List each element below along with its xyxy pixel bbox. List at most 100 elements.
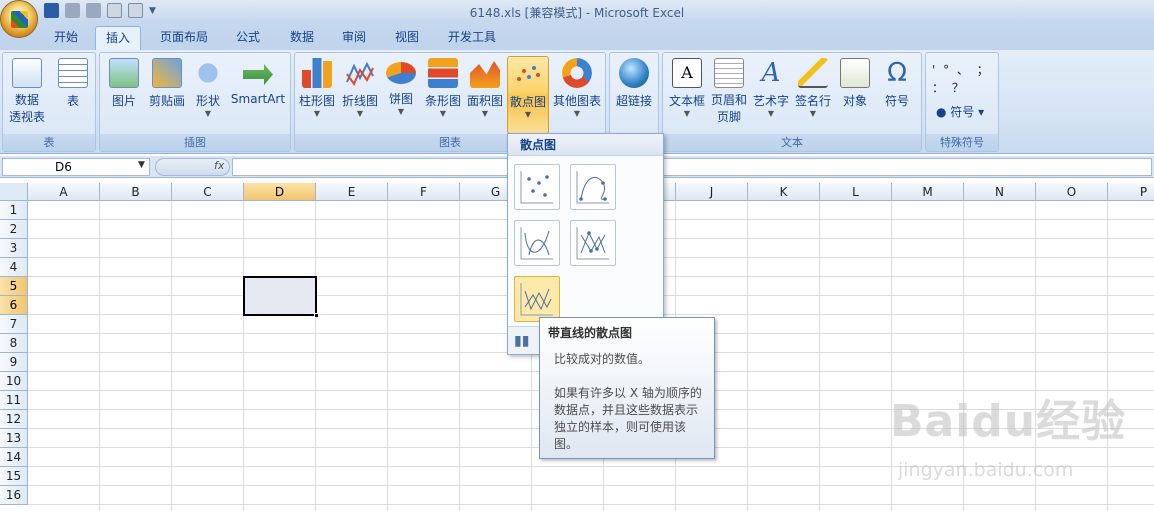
insert-function-icon[interactable]: fx bbox=[214, 159, 224, 172]
tooltip: 带直线的散点图 比较成对的数值。 如果有许多以 X 轴为顺序的数据点，并且这些数… bbox=[539, 317, 715, 459]
watermark-logo-text: Baidu经验 bbox=[890, 396, 1127, 447]
clip-art-icon bbox=[152, 58, 182, 88]
row-header-11[interactable]: 11 bbox=[0, 391, 28, 410]
doughnut-chart-icon bbox=[562, 58, 592, 88]
name-box[interactable]: D6 bbox=[2, 158, 150, 176]
object-button[interactable]: 对象 bbox=[835, 56, 875, 134]
text-box-button[interactable]: A 文本框 ▼ bbox=[667, 56, 707, 134]
scatter-smooth-lines-icon bbox=[520, 227, 553, 260]
column-header-n[interactable]: N bbox=[964, 183, 1036, 201]
scatter-chart-button[interactable]: 散点图 ▼ bbox=[507, 56, 549, 134]
dropdown-title: 散点图 bbox=[508, 134, 663, 156]
area-chart-button[interactable]: 面积图 ▼ bbox=[465, 56, 505, 134]
smartart-icon bbox=[243, 64, 273, 85]
scatter-straight-markers-option[interactable] bbox=[570, 220, 616, 266]
hyperlink-button[interactable]: 超链接 bbox=[612, 56, 656, 134]
fill-handle[interactable] bbox=[314, 313, 319, 318]
column-header-f[interactable]: F bbox=[388, 183, 460, 201]
row-header-3[interactable]: 3 bbox=[0, 239, 28, 258]
column-header-e[interactable]: E bbox=[316, 183, 388, 201]
column-header-a[interactable]: A bbox=[28, 183, 100, 201]
bar-chart-icon bbox=[428, 58, 458, 88]
column-header-l[interactable]: L bbox=[820, 183, 892, 201]
name-box-dropdown-icon[interactable]: ▼ bbox=[138, 160, 145, 170]
row-header-1[interactable]: 1 bbox=[0, 201, 28, 220]
tab-view[interactable]: 视图 bbox=[385, 26, 429, 50]
row-header-13[interactable]: 13 bbox=[0, 429, 28, 448]
group-label-illustrations: 插图 bbox=[100, 134, 290, 151]
tooltip-line-1: 比较成对的数值。 bbox=[554, 352, 651, 366]
tab-insert[interactable]: 插入 bbox=[95, 26, 141, 50]
scatter-smooth-markers-icon bbox=[576, 171, 609, 204]
scatter-straight-lines-icon bbox=[520, 283, 553, 316]
line-chart-icon bbox=[346, 61, 374, 87]
row-header-14[interactable]: 14 bbox=[0, 448, 28, 467]
column-header-c[interactable]: C bbox=[172, 183, 244, 201]
column-header-m[interactable]: M bbox=[892, 183, 964, 201]
row-header-7[interactable]: 7 bbox=[0, 315, 28, 334]
tab-data[interactable]: 数据 bbox=[280, 26, 324, 50]
shapes-dropdown-arrow-icon: ▼ bbox=[204, 109, 212, 118]
signature-line-button[interactable]: 签名行 ▼ bbox=[793, 56, 833, 134]
row-header-15[interactable]: 15 bbox=[0, 467, 28, 486]
scatter-smooth-lines-option[interactable] bbox=[514, 220, 560, 266]
other-charts-button[interactable]: 其他图表 ▼ bbox=[551, 56, 603, 134]
clip-art-button[interactable]: 剪贴画 bbox=[146, 56, 188, 134]
tooltip-line-2: 如果有许多以 X 轴为顺序的数据点，并且这些数据表示独立的样本，则可使用该图。 bbox=[554, 386, 702, 451]
symbol-button[interactable]: Ω 符号 bbox=[877, 56, 917, 134]
smartart-button[interactable]: SmartArt bbox=[228, 56, 288, 134]
formula-input[interactable] bbox=[232, 158, 1152, 176]
active-cell-d6[interactable] bbox=[243, 276, 319, 318]
column-header-j[interactable]: J bbox=[676, 183, 748, 201]
tab-home[interactable]: 开始 bbox=[44, 26, 88, 50]
scatter-straight-lines-option[interactable] bbox=[514, 276, 560, 322]
row-header-5[interactable]: 5 bbox=[0, 277, 28, 296]
baidu-watermark: Baidu经验 jingyan.baidu.com bbox=[890, 385, 1150, 495]
row-header-9[interactable]: 9 bbox=[0, 353, 28, 372]
group-illustrations: 图片 剪贴画 形状 ▼ SmartArt 插图 bbox=[99, 52, 291, 152]
office-button[interactable] bbox=[0, 0, 38, 38]
column-header-d[interactable]: D bbox=[244, 183, 316, 201]
pie-chart-button[interactable]: 饼图 ▼ bbox=[383, 56, 419, 134]
scatter-markers-only-option[interactable] bbox=[514, 164, 560, 210]
column-header-p[interactable]: P bbox=[1108, 183, 1154, 201]
tab-page-layout[interactable]: 页面布局 bbox=[152, 26, 216, 50]
watermark-url: jingyan.baidu.com bbox=[898, 459, 1074, 481]
column-chart-button[interactable]: 柱形图 ▼ bbox=[297, 56, 337, 134]
pie-chart-icon bbox=[386, 62, 416, 84]
picture-button[interactable]: 图片 bbox=[104, 56, 144, 134]
line-chart-button[interactable]: 折线图 ▼ bbox=[339, 56, 381, 134]
row-header-8[interactable]: 8 bbox=[0, 334, 28, 353]
ribbon-tabs: 开始 插入 页面布局 公式 数据 审阅 视图 开发工具 bbox=[0, 22, 1154, 50]
shapes-button[interactable]: 形状 ▼ bbox=[190, 56, 226, 134]
object-icon bbox=[840, 58, 870, 88]
tab-developer[interactable]: 开发工具 bbox=[440, 26, 504, 50]
bar-chart-button[interactable]: 条形图 ▼ bbox=[423, 56, 463, 134]
column-header-o[interactable]: O bbox=[1036, 183, 1108, 201]
table-icon bbox=[58, 58, 88, 88]
row-header-10[interactable]: 10 bbox=[0, 372, 28, 391]
text-box-icon: A bbox=[672, 58, 702, 88]
column-header-k[interactable]: K bbox=[748, 183, 820, 201]
select-all-corner[interactable] bbox=[0, 183, 28, 201]
wordart-button[interactable]: A 艺术字 ▼ bbox=[751, 56, 791, 134]
header-footer-button[interactable]: 页眉和 页脚 bbox=[709, 56, 749, 134]
wordart-icon: A bbox=[761, 58, 781, 88]
special-symbols-button[interactable]: ● 符号 ▾ bbox=[936, 103, 984, 120]
table-button[interactable]: 表 bbox=[53, 56, 93, 134]
row-header-4[interactable]: 4 bbox=[0, 258, 28, 277]
area-chart-icon bbox=[470, 61, 500, 88]
row-header-6[interactable]: 6 bbox=[0, 296, 28, 315]
all-chart-types-icon[interactable]: ▮▮ bbox=[514, 333, 529, 349]
scatter-smooth-markers-option[interactable] bbox=[570, 164, 616, 210]
group-label-text: 文本 bbox=[663, 134, 921, 151]
pivot-table-button[interactable]: 数据 透视表 bbox=[5, 56, 49, 134]
tab-formulas[interactable]: 公式 bbox=[226, 26, 270, 50]
tab-review[interactable]: 审阅 bbox=[332, 26, 376, 50]
pivot-table-icon bbox=[12, 58, 42, 88]
row-header-16[interactable]: 16 bbox=[0, 486, 28, 505]
special-symbols-list[interactable]: ' ° 、 ； ： ？ bbox=[932, 61, 994, 97]
row-header-12[interactable]: 12 bbox=[0, 410, 28, 429]
row-header-2[interactable]: 2 bbox=[0, 220, 28, 239]
column-header-b[interactable]: B bbox=[100, 183, 172, 201]
